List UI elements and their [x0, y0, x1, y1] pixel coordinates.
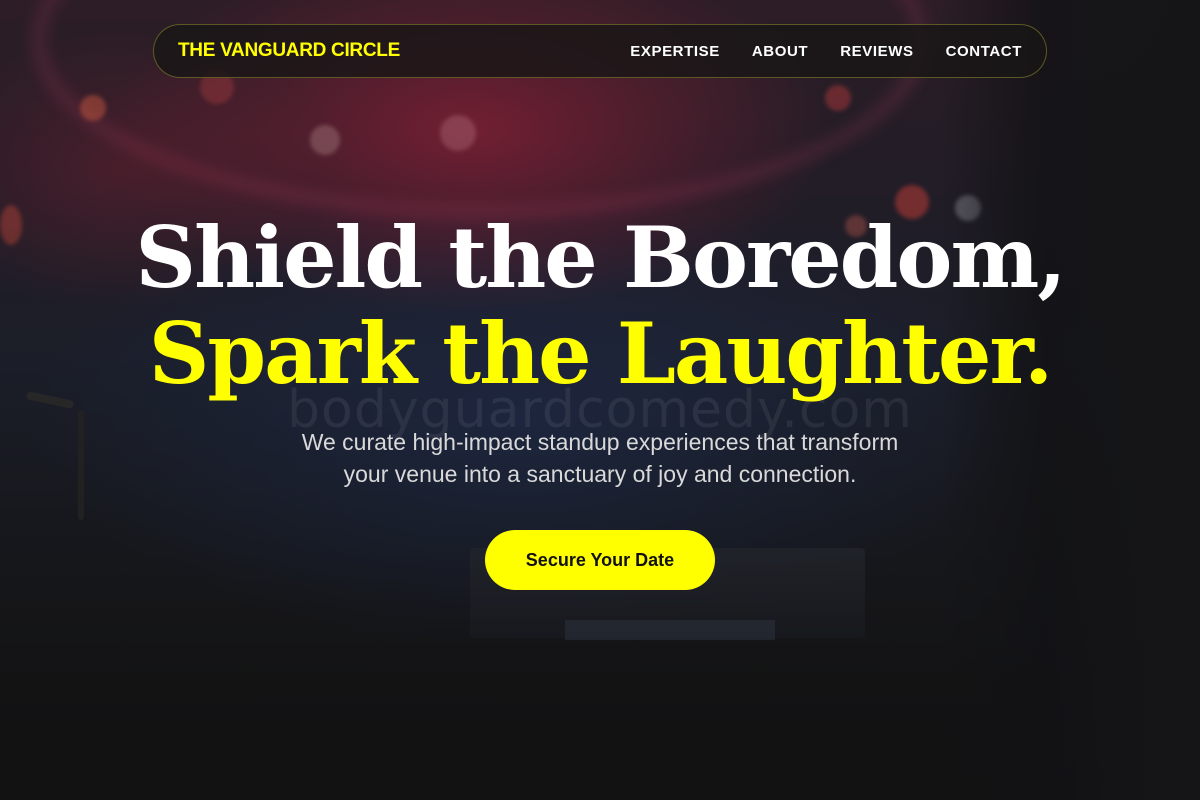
nav-link-contact[interactable]: CONTACT — [946, 43, 1022, 60]
hero-subtitle: We curate high-impact standup experience… — [250, 426, 950, 490]
brand-logo-text[interactable]: THE VANGUARD CIRCLE — [178, 40, 400, 62]
hero-subtitle-line-1: We curate high-impact standup experience… — [301, 429, 899, 455]
nav-links: EXPERTISE ABOUT REVIEWS CONTACT — [630, 43, 1022, 60]
hero-heading-line-2: Spark the Laughter. — [148, 304, 1054, 403]
top-navigation-bar: THE VANGUARD CIRCLE EXPERTISE ABOUT REVI… — [153, 24, 1047, 78]
hero-subtitle-line-2: your venue into a sanctuary of joy and c… — [343, 461, 857, 487]
secure-your-date-button[interactable]: Secure Your Date — [485, 530, 715, 590]
nav-link-expertise[interactable]: EXPERTISE — [630, 43, 720, 60]
hero-heading-line-1: Shield the Boredom, — [135, 208, 1066, 307]
nav-link-about[interactable]: ABOUT — [752, 43, 808, 60]
hero-heading: Shield the Boredom, Spark the Laughter. — [0, 210, 1200, 402]
nav-link-reviews[interactable]: REVIEWS — [840, 43, 913, 60]
